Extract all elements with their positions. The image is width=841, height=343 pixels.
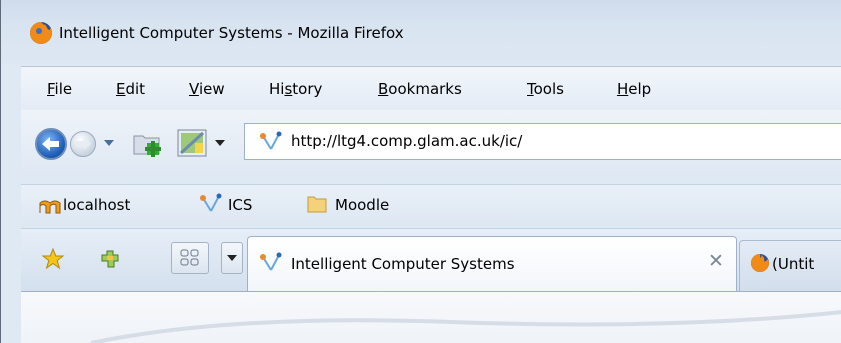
chevron-down-icon — [227, 255, 237, 261]
firefox-logo-icon — [30, 22, 52, 44]
tab-overview-button[interactable] — [171, 242, 209, 274]
site-favicon-icon — [260, 252, 282, 271]
menu-view-label: iew — [198, 80, 225, 98]
tab-inactive-label: (Untit — [772, 255, 815, 273]
star-bookmark-icon[interactable] — [41, 247, 65, 271]
menu-help-label: elp — [628, 80, 652, 98]
addon-dropdown-icon[interactable] — [215, 140, 225, 146]
close-icon[interactable]: ✕ — [708, 250, 724, 272]
menu-tools-accesskey: T — [527, 80, 534, 98]
puzzle-addon-icon[interactable] — [98, 247, 122, 271]
menu-bookmarks-accesskey: B — [378, 80, 389, 98]
menu-file-accesskey: F — [47, 80, 55, 98]
new-folder-icon[interactable] — [129, 128, 163, 158]
forward-arrow-icon — [76, 138, 91, 150]
url-text[interactable]: http://ltg4.comp.glam.ac.uk/ic/ — [291, 132, 522, 150]
bookmark-localhost[interactable]: localhost — [63, 196, 130, 214]
menu-view[interactable]: View — [189, 80, 225, 98]
menu-help[interactable]: Help — [617, 80, 651, 98]
menu-edit[interactable]: Edit — [116, 80, 145, 98]
tab-list-button[interactable] — [221, 242, 243, 274]
menu-help-accesskey: H — [617, 80, 629, 98]
menu-edit-label: dit — [125, 80, 146, 98]
tab-active-label: Intelligent Computer Systems — [291, 255, 515, 273]
menu-view-accesskey: V — [189, 80, 199, 98]
bookmarks-toolbar — [21, 184, 841, 226]
site-favicon-icon — [260, 131, 282, 150]
folder-icon — [307, 196, 327, 213]
menu-tools-label: ools — [533, 80, 564, 98]
menu-history[interactable]: History — [269, 80, 322, 98]
moodle-logo-icon — [39, 200, 61, 214]
menu-bookmarks[interactable]: Bookmarks — [378, 80, 462, 98]
forward-button[interactable] — [70, 131, 96, 157]
menu-bookmarks-label: ookmarks — [388, 80, 462, 98]
menu-file[interactable]: File — [47, 80, 72, 98]
bookmark-ics[interactable]: ICS — [228, 196, 252, 214]
menu-file-label: ile — [54, 80, 73, 98]
window-title: Intelligent Computer Systems - Mozilla F… — [59, 24, 404, 42]
menu-history-label: tory — [292, 80, 323, 98]
site-favicon-icon — [200, 193, 222, 212]
grid-icon — [180, 249, 199, 266]
bookmark-moodle[interactable]: Moodle — [335, 196, 389, 214]
back-arrow-icon — [42, 137, 59, 151]
menu-tools[interactable]: Tools — [527, 80, 564, 98]
page-content-decoration — [90, 310, 841, 343]
history-dropdown-icon[interactable] — [104, 140, 114, 146]
firefox-logo-icon — [751, 254, 769, 272]
addon-icon[interactable] — [175, 127, 209, 157]
firefox-window: Intelligent Computer Systems - Mozilla F… — [0, 0, 841, 343]
back-button[interactable] — [35, 128, 67, 160]
menu-history-pre: Hi — [269, 80, 285, 98]
